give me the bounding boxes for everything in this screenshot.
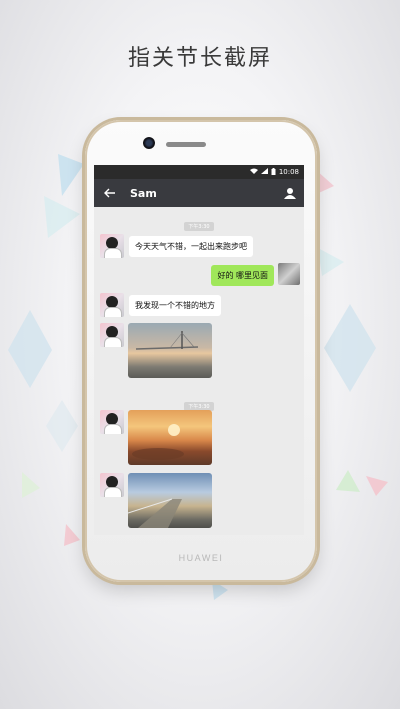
- photo-message[interactable]: [128, 410, 212, 465]
- contact-name: Sam: [130, 186, 157, 200]
- status-time: 10:08: [278, 168, 299, 176]
- contact-avatar[interactable]: [100, 473, 124, 497]
- triangle-shape: [22, 472, 40, 498]
- triangle-shape: [366, 476, 388, 496]
- diamond-shape: [8, 310, 52, 388]
- my-avatar[interactable]: [278, 263, 300, 285]
- triangle-shape: [58, 154, 84, 196]
- triangle-shape: [64, 524, 80, 546]
- photo-message[interactable]: [128, 473, 212, 528]
- contact-avatar[interactable]: [100, 234, 124, 258]
- signal-icon: [260, 168, 268, 176]
- chat-title-bar: Sam: [94, 179, 304, 207]
- triangle-shape: [318, 248, 344, 276]
- earpiece: [166, 142, 206, 147]
- triangle-shape: [212, 580, 228, 600]
- diamond-shape: [324, 304, 376, 392]
- phone-screen: 10:08 Sam 下午3:30 今天天气不错，一起出来跑步吧 好的 哪里见面 …: [94, 165, 304, 535]
- message-bubble[interactable]: 好的 哪里见面: [211, 265, 274, 286]
- contact-profile-icon[interactable]: [284, 184, 296, 203]
- phone-brand-label: HUAWEI: [178, 553, 224, 563]
- wifi-icon: [249, 168, 258, 176]
- bridge-photo-image: [135, 331, 199, 350]
- message-bubble[interactable]: 我发现一个不错的地方: [129, 295, 221, 316]
- triangle-shape: [44, 196, 80, 238]
- triangle-shape: [336, 470, 360, 492]
- front-camera: [143, 137, 155, 149]
- back-arrow-icon[interactable]: [102, 185, 118, 201]
- timestamp: 下午3:30: [94, 213, 304, 232]
- contact-avatar[interactable]: [100, 323, 124, 347]
- chat-area[interactable]: 下午3:30 今天天气不错，一起出来跑步吧 好的 哪里见面 我发现一个不错的地方…: [94, 207, 304, 535]
- boardwalk-photo-image: [128, 498, 182, 528]
- message-bubble[interactable]: 今天天气不错，一起出来跑步吧: [129, 236, 253, 257]
- contact-avatar[interactable]: [100, 410, 124, 434]
- sunset-photo-image: [132, 424, 184, 460]
- status-bar: 10:08: [94, 165, 304, 179]
- diamond-shape: [46, 400, 78, 452]
- photo-message[interactable]: [128, 323, 212, 378]
- contact-avatar[interactable]: [100, 293, 124, 317]
- battery-icon: [271, 167, 276, 177]
